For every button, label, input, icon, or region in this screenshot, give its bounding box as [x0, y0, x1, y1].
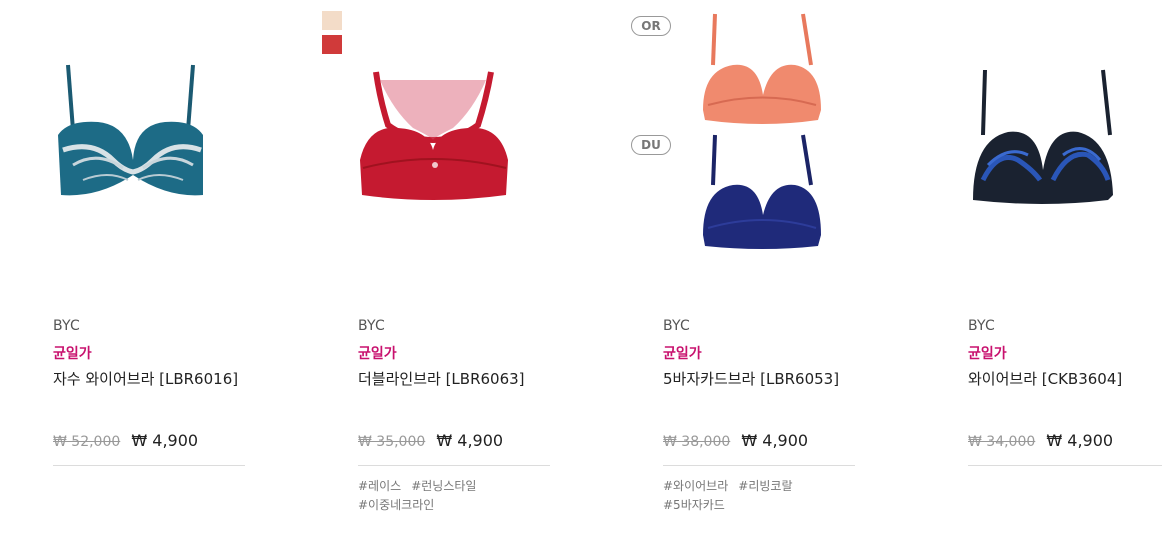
- red-lace-bra-icon: [360, 71, 508, 200]
- promo-label: 균일가: [968, 346, 1007, 362]
- tag[interactable]: #이중네크라인: [358, 496, 434, 515]
- promo-label: 균일가: [358, 346, 397, 362]
- coral-and-navy-bra-icon: [703, 13, 821, 249]
- divider: [968, 465, 1162, 466]
- product-card[interactable]: BYC 균일가 더블라인브라 [LBR6063] ₩ 35,000 ₩ 4,90…: [322, 0, 658, 544]
- tag[interactable]: #와이어브라: [663, 477, 728, 496]
- promo-label: 균일가: [53, 346, 92, 362]
- sale-price: ₩ 4,900: [1046, 431, 1114, 450]
- divider: [663, 465, 855, 466]
- brand-name: BYC: [968, 318, 996, 334]
- divider: [358, 465, 550, 466]
- product-card[interactable]: OR DU BYC 균일가 5바자카드브라 [LBR6053] ₩ 38,000…: [631, 0, 963, 544]
- tag-list: #와이어브라 #리빙코랄 #5바자카드: [663, 477, 883, 515]
- black-blue-bra-icon: [973, 69, 1113, 204]
- price-row: ₩ 35,000 ₩ 4,900: [358, 431, 503, 450]
- sale-price: ₩ 4,900: [741, 431, 809, 450]
- tag[interactable]: #레이스: [358, 477, 401, 496]
- tag[interactable]: #리빙코랄: [738, 477, 792, 496]
- product-image[interactable]: [358, 0, 658, 290]
- product-name[interactable]: 자수 와이어브라 [LBR6016]: [53, 368, 238, 389]
- divider: [53, 465, 245, 466]
- product-card[interactable]: BYC 균일가 와이어브라 [CKB3604] ₩ 34,000 ₩ 4,900: [968, 0, 1162, 544]
- tag[interactable]: #5바자카드: [663, 496, 725, 515]
- original-price: ₩ 34,000: [968, 434, 1036, 450]
- original-price: ₩ 38,000: [663, 434, 731, 450]
- price-row: ₩ 52,000 ₩ 4,900: [53, 431, 198, 450]
- sale-price: ₩ 4,900: [131, 431, 199, 450]
- brand-name: BYC: [53, 318, 81, 334]
- product-card[interactable]: BYC 균일가 자수 와이어브라 [LBR6016] ₩ 52,000 ₩ 4,…: [53, 0, 353, 544]
- color-swatch-nude[interactable]: [322, 11, 342, 30]
- product-name[interactable]: 더블라인브라 [LBR6063]: [358, 368, 525, 389]
- color-swatch-red[interactable]: [322, 35, 342, 54]
- tag-list: #레이스 #런닝스타일 #이중네크라인: [358, 477, 578, 515]
- teal-embroidered-bra-icon: [58, 64, 203, 196]
- price-row: ₩ 38,000 ₩ 4,900: [663, 431, 808, 450]
- price-row: ₩ 34,000 ₩ 4,900: [968, 431, 1113, 450]
- product-name[interactable]: 5바자카드브라 [LBR6053]: [663, 368, 839, 389]
- promo-label: 균일가: [663, 346, 702, 362]
- original-price: ₩ 52,000: [53, 434, 121, 450]
- sale-price: ₩ 4,900: [436, 431, 504, 450]
- product-image[interactable]: [663, 0, 963, 290]
- original-price: ₩ 35,000: [358, 434, 426, 450]
- product-name[interactable]: 와이어브라 [CKB3604]: [968, 368, 1122, 389]
- brand-name: BYC: [358, 318, 386, 334]
- product-image[interactable]: [968, 0, 1162, 290]
- tag[interactable]: #런닝스타일: [411, 477, 476, 496]
- brand-name: BYC: [663, 318, 691, 334]
- product-image[interactable]: [53, 0, 353, 290]
